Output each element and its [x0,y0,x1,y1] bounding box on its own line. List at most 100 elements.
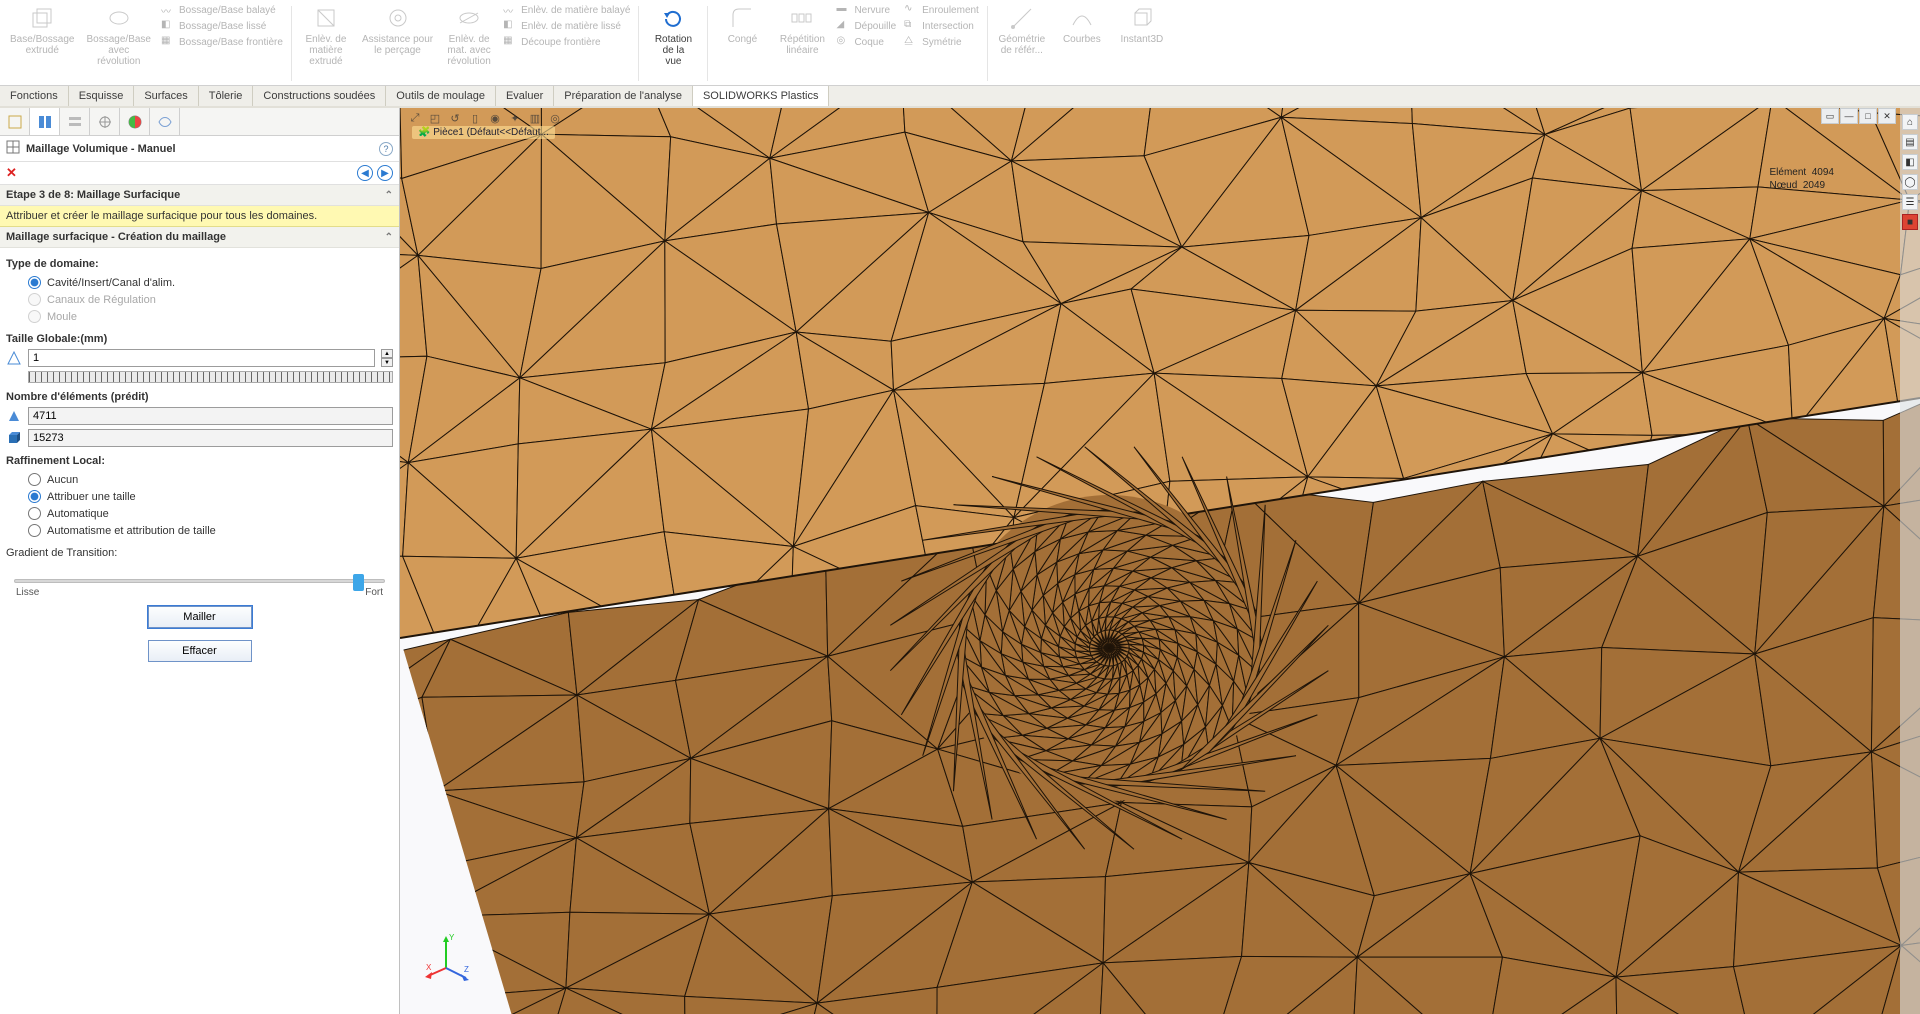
rotate-view-icon [659,4,687,32]
spin-down[interactable]: ▼ [381,358,393,367]
ribbon-cut-loft[interactable]: ◧Enlèv. de matière lissé [499,18,634,34]
refine-option[interactable]: Aucun [6,471,393,488]
ribbon-cut-boundary[interactable]: ▦Découpe frontière [499,34,634,50]
sub-rib[interactable]: ▬Nervure [832,2,900,18]
hud-scene-icon[interactable]: ✦ [506,110,524,126]
slider-thumb[interactable] [353,574,364,591]
fm-tab-tree[interactable] [0,108,30,135]
taskpane-lib-icon[interactable]: ▤ [1902,134,1918,150]
ribbon-fillet[interactable]: Congé [712,2,772,85]
sub-wrap[interactable]: ∿Enroulement [900,2,983,18]
fm-tab-dim[interactable] [90,108,120,135]
cancel-icon[interactable]: ✕ [6,165,17,181]
taskpane-appear-icon[interactable]: ◯ [1902,174,1918,190]
hud-display-icon[interactable]: ◉ [486,110,504,126]
taskpane-view-icon[interactable]: ◧ [1902,154,1918,170]
size-ruler[interactable] [28,371,393,383]
fm-tab-config[interactable] [60,108,90,135]
mesh-button[interactable]: Mailler [148,606,252,628]
domain-option[interactable]: Cavité/Insert/Canal d'alim. [6,274,393,291]
tab-outils-de-moulage[interactable]: Outils de moulage [386,86,496,106]
ribbon-revolve[interactable]: Bossage/Base avec révolution [81,2,158,85]
vw-dock-icon[interactable]: ▭ [1821,108,1839,124]
taskpane-plastics-icon[interactable]: ■ [1902,214,1918,230]
hud-prevview-icon[interactable]: ↺ [446,110,464,126]
refine-option[interactable]: Attribuer une taille [6,488,393,505]
spin-buttons: ▲ ▼ [381,349,393,367]
pred-row-a [6,407,393,425]
task-pane: ⌂ ▤ ◧ ◯ ☰ ■ [1900,108,1920,1014]
ribbon-hole-wizard[interactable]: Assistance pour le perçage [356,2,439,85]
sub-intersect[interactable]: ⧉Intersection [900,18,983,34]
icon: ▦ [503,35,517,49]
tab-solidworks-plastics[interactable]: SOLIDWORKS Plastics [693,86,830,106]
ribbon-cut-swept[interactable]: 〰Enlèv. de matière balayé [499,2,634,18]
global-size-input[interactable] [28,349,375,367]
global-size-row: ▲ ▼ [6,349,393,367]
pred-elements-field [28,407,393,425]
vw-max-icon[interactable]: □ [1859,108,1877,124]
vw-min-icon[interactable]: — [1840,108,1858,124]
ribbon-cut-extrude[interactable]: Enlèv. de matière extrudé [296,2,356,85]
ribbon-refgeom[interactable]: Géométrie de référ... [992,2,1052,85]
ribbon-loft[interactable]: ◧Bossage/Base lissé [157,18,287,34]
taskpane-home-icon[interactable]: ⌂ [1902,114,1918,130]
icon: ▬ [836,3,850,17]
hud-zoomfit-icon[interactable]: ⤢ [406,110,424,126]
fm-tab-plastics[interactable] [150,108,180,135]
tab-fonctions[interactable]: Fonctions [0,86,69,106]
elem-pred-label: Nombre d'éléments (prédit) [6,391,393,403]
orientation-triad[interactable]: Y X Z [424,930,476,982]
step-header[interactable]: Etape 3 de 8: Maillage Surfacique⌃ [0,185,399,206]
feature-ribbon: Base/Bossage extrudé Bossage/Base avec r… [0,0,1920,86]
tab-evaluer[interactable]: Evaluer [496,86,554,106]
icon: 〰 [503,3,517,17]
refine-option[interactable]: Automatisme et attribution de taille [6,522,393,539]
hint-text: Attribuer et créer le maillage surfaciqu… [0,206,399,227]
breadcrumb[interactable]: 🧩 Pièce1 (Défaut<<Défaut... [412,126,555,139]
section-header[interactable]: Maillage surfacique - Création du mailla… [0,227,399,248]
ribbon-swept[interactable]: 〰Bossage/Base balayé [157,2,287,18]
hud-hide-icon[interactable]: ◎ [546,110,564,126]
help-icon[interactable]: ? [379,142,393,156]
prev-step-button[interactable]: ◀ [357,165,373,181]
ribbon-cut-revolve[interactable]: Enlèv. de mat. avec révolution [439,2,499,85]
tri-icon [6,408,22,424]
vw-close-icon[interactable]: ✕ [1878,108,1896,124]
extrude-icon [28,4,56,32]
tab-pr-paration-de-l-analyse[interactable]: Préparation de l'analyse [554,86,693,106]
clear-button[interactable]: Effacer [148,640,252,662]
main-area: Maillage Volumique - Manuel ? ✕ ◀ ▶ Etap… [0,108,1920,1014]
hud-section-icon[interactable]: ▯ [466,110,484,126]
spin-up[interactable]: ▲ [381,349,393,358]
ribbon-curves[interactable]: Courbes [1052,2,1112,85]
fm-tab-property[interactable] [30,108,60,135]
size-icon [6,350,22,366]
gradient-slider[interactable]: Lisse Fort [14,569,385,598]
hud-zoomarea-icon[interactable]: ◰ [426,110,444,126]
ribbon-sub-modify: ▬Nervure ◢Dépouille ◎Coque [832,2,900,85]
tab-esquisse[interactable]: Esquisse [69,86,135,106]
tab-t-lerie[interactable]: Tôlerie [199,86,254,106]
hole-icon [384,4,412,32]
sub-shell[interactable]: ◎Coque [832,34,900,50]
ribbon-rotate-view[interactable]: Rotation de la vue [643,2,703,85]
ribbon-instant3d[interactable]: Instant3D [1112,2,1172,85]
taskpane-prop-icon[interactable]: ☰ [1902,194,1918,210]
tab-surfaces[interactable]: Surfaces [134,86,198,106]
fillet-icon [728,4,756,32]
ribbon-boundary[interactable]: ▦Bossage/Base frontière [157,34,287,50]
sub-draft[interactable]: ◢Dépouille [832,18,900,34]
panel-title: Maillage Volumique - Manuel [26,143,176,155]
tab-constructions-soud-es[interactable]: Constructions soudées [253,86,386,106]
icon: ⧉ [904,19,918,33]
graphics-viewport[interactable]: ⤢ ◰ ↺ ▯ ◉ ✦ ▥ ◎ ▭ — □ ✕ 🧩 Pièce1 (Défaut… [400,108,1920,1014]
swept-icon: 〰 [161,3,175,17]
refine-option[interactable]: Automatique [6,505,393,522]
ribbon-extrude[interactable]: Base/Bossage extrudé [4,2,81,85]
sub-mirror[interactable]: ⧋Symétrie [900,34,983,50]
hud-view-icon[interactable]: ▥ [526,110,544,126]
ribbon-linear-pattern[interactable]: Répétition linéaire [772,2,832,85]
next-step-button[interactable]: ▶ [377,165,393,181]
fm-tab-appearance[interactable] [120,108,150,135]
